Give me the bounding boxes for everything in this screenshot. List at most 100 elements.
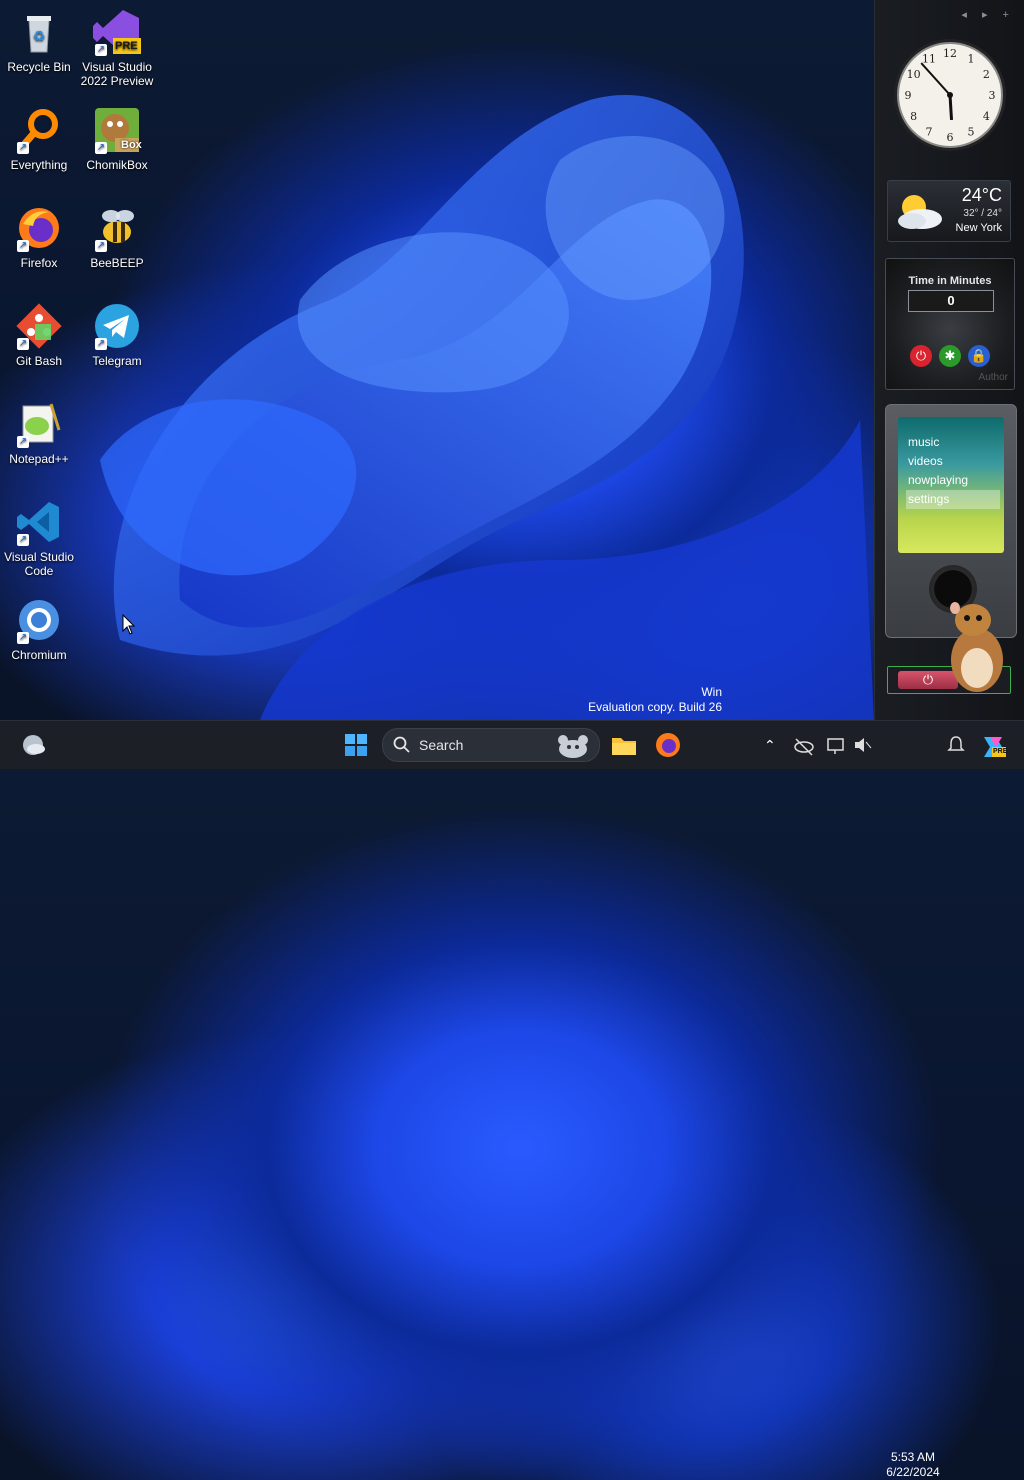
weather-temperature: 24°C: [961, 185, 1002, 205]
weather-city: New York: [955, 222, 1002, 234]
clock-numeral: 11: [922, 53, 936, 66]
desktop-icon-recycle-bin[interactable]: ♻ Recycle Bin: [0, 8, 78, 74]
desktop-icon-visual-studio-preview[interactable]: PRE ↗ Visual Studio 2022 Preview: [78, 8, 156, 88]
clock-numeral: 2: [983, 68, 990, 81]
timer-minutes-input[interactable]: 0: [908, 290, 994, 312]
taskbar-clock[interactable]: 5:53 AM 6/22/2024: [884, 1450, 942, 1480]
desktop-icon-label: Visual Studio Code: [4, 550, 74, 578]
power-icon[interactable]: ⏻: [910, 345, 932, 367]
search-label: Search: [419, 737, 464, 753]
desktop-icon-chomikbox[interactable]: Box ↗ ChomikBox: [78, 106, 156, 172]
shutdown-timer-gadget[interactable]: Time in Minutes 0 ⏻ ✱ 🔒 Author: [885, 258, 1015, 390]
vscode-icon: ↗: [15, 498, 63, 546]
watermark-line-1: Win: [701, 685, 722, 699]
taskbar-search-box[interactable]: Search: [382, 728, 600, 762]
weather-gadget[interactable]: 24°C 32° / 24° New York: [887, 180, 1011, 242]
weather-range: 32° / 24°: [963, 208, 1002, 219]
shortcut-arrow-icon: ↗: [95, 338, 107, 350]
restart-icon[interactable]: ✱: [939, 345, 961, 367]
recycle-bin-icon: ♻: [15, 8, 63, 56]
desktop-icon-label: Telegram: [92, 354, 142, 368]
gadget-sidebar: ◂ ▸ + 1 2 3 4 5 6 7 8 9 10 11 12 24°C 32° / 24° New…: [874, 0, 1024, 720]
media-player-screen: music videos nowplaying settings: [898, 417, 1004, 553]
clock-numeral: 3: [989, 89, 996, 102]
timer-author: Author: [978, 372, 1008, 383]
shortcut-arrow-icon: ↗: [17, 142, 29, 154]
sidebar-controls[interactable]: ◂ ▸ +: [961, 8, 1015, 21]
search-highlight-mascot-icon: [558, 735, 588, 758]
shortcut-arrow-icon: ↗: [17, 534, 29, 546]
desktop-icon-label: Notepad++: [9, 452, 69, 466]
file-explorer-icon[interactable]: [610, 731, 638, 759]
copilot-icon[interactable]: PRE: [980, 731, 1007, 759]
lock-icon[interactable]: 🔒: [968, 345, 990, 367]
firefox-icon: ↗: [15, 204, 63, 252]
shortcut-arrow-icon: ↗: [17, 240, 29, 252]
menu-item-videos[interactable]: videos: [906, 452, 1000, 471]
desktop-icon-label: BeeBEEP: [90, 256, 144, 270]
network-icon[interactable]: [826, 731, 846, 759]
desktop-icon-everything[interactable]: ↗ Everything: [0, 106, 78, 172]
magnifier-icon: ↗: [15, 106, 63, 154]
desktop-icon-vscode[interactable]: ↗ Visual Studio Code: [0, 498, 78, 578]
menu-item-nowplaying[interactable]: nowplaying: [906, 471, 1000, 490]
shortcut-arrow-icon: ↗: [95, 44, 107, 56]
desktop-icon-label: Chromium: [11, 648, 67, 662]
weather-widget-icon[interactable]: [20, 731, 46, 759]
show-hidden-icons-chevron-icon[interactable]: ⌃: [764, 731, 780, 759]
notepad-plus-plus-icon: ↗: [15, 400, 63, 448]
clock-gadget[interactable]: 1234567891011 12: [891, 36, 1009, 154]
menu-item-music[interactable]: music: [906, 433, 1000, 452]
desktop-icon-label: ChomikBox: [86, 158, 148, 172]
menu-item-settings[interactable]: settings: [906, 490, 1000, 509]
clock-numeral: 9: [905, 89, 912, 102]
clock-numeral: 6: [947, 131, 954, 144]
notification-bell-icon[interactable]: [946, 731, 966, 759]
watermark-line-2: Evaluation copy. Build 26: [588, 700, 722, 714]
onedrive-offline-icon[interactable]: [794, 731, 814, 759]
evaluation-watermark: Win Evaluation copy. Build 26: [588, 685, 722, 715]
start-button-icon[interactable]: [342, 731, 370, 759]
volume-muted-icon[interactable]: [852, 731, 872, 759]
taskbar-date: 6/22/2024: [886, 1465, 940, 1479]
chromium-icon: ↗: [15, 596, 63, 644]
git-bash-icon: ↗: [15, 302, 63, 350]
shortcut-arrow-icon: ↗: [17, 436, 29, 448]
taskbar-time: 5:53 AM: [890, 1450, 936, 1464]
shortcut-arrow-icon: ↗: [95, 240, 107, 252]
visual-studio-icon: PRE ↗: [93, 8, 141, 56]
desktop[interactable]: ♻ Recycle Bin ↗ Everything ↗ Firefox ↗ G…: [0, 0, 874, 720]
desktop-icon-firefox[interactable]: ↗ Firefox: [0, 204, 78, 270]
shortcut-arrow-icon: ↗: [17, 632, 29, 644]
clock-numeral: 4: [983, 110, 990, 123]
desktop-icon-beebeep[interactable]: ↗ BeeBEEP: [78, 204, 156, 270]
hamster-mascot-icon: [950, 602, 1003, 692]
sun-cloud-icon: [898, 195, 942, 229]
taskbar-firefox-icon[interactable]: [654, 731, 682, 759]
clock-numeral: 7: [926, 125, 933, 138]
bee-icon: ↗: [93, 204, 141, 252]
clock-numeral: 10: [907, 68, 921, 81]
chomikbox-hamster-icon: Box ↗: [93, 106, 142, 154]
telegram-icon: ↗: [93, 302, 141, 350]
clock-numeral: 5: [968, 125, 975, 138]
desktop-icon-label: Recycle Bin: [7, 60, 71, 74]
desktop-icon-telegram[interactable]: ↗ Telegram: [78, 302, 156, 368]
desktop-icon-notepad-plus-plus[interactable]: ↗ Notepad++: [0, 400, 78, 466]
clock-hour-hand: [948, 94, 954, 121]
desktop-icon-chromium[interactable]: ↗ Chromium: [0, 596, 78, 662]
clock-numeral: 1: [968, 53, 975, 66]
desktop-icon-label: Visual Studio 2022 Preview: [80, 60, 154, 88]
desktop-icon-label: Firefox: [20, 256, 58, 270]
box-badge: Box: [121, 139, 142, 151]
desktop-icon-label: Everything: [10, 158, 68, 172]
clock-numeral: 8: [910, 110, 917, 123]
media-player-menu: music videos nowplaying settings: [906, 433, 1000, 509]
shortcut-arrow-icon: ↗: [17, 338, 29, 350]
svg-text:♻: ♻: [33, 29, 46, 45]
search-icon: [393, 736, 410, 753]
mouse-cursor-icon: [122, 613, 136, 641]
desktop-icon-label: Git Bash: [15, 354, 63, 368]
shortcut-arrow-icon: ↗: [95, 142, 107, 154]
desktop-icon-git-bash[interactable]: ↗ Git Bash: [0, 302, 78, 368]
